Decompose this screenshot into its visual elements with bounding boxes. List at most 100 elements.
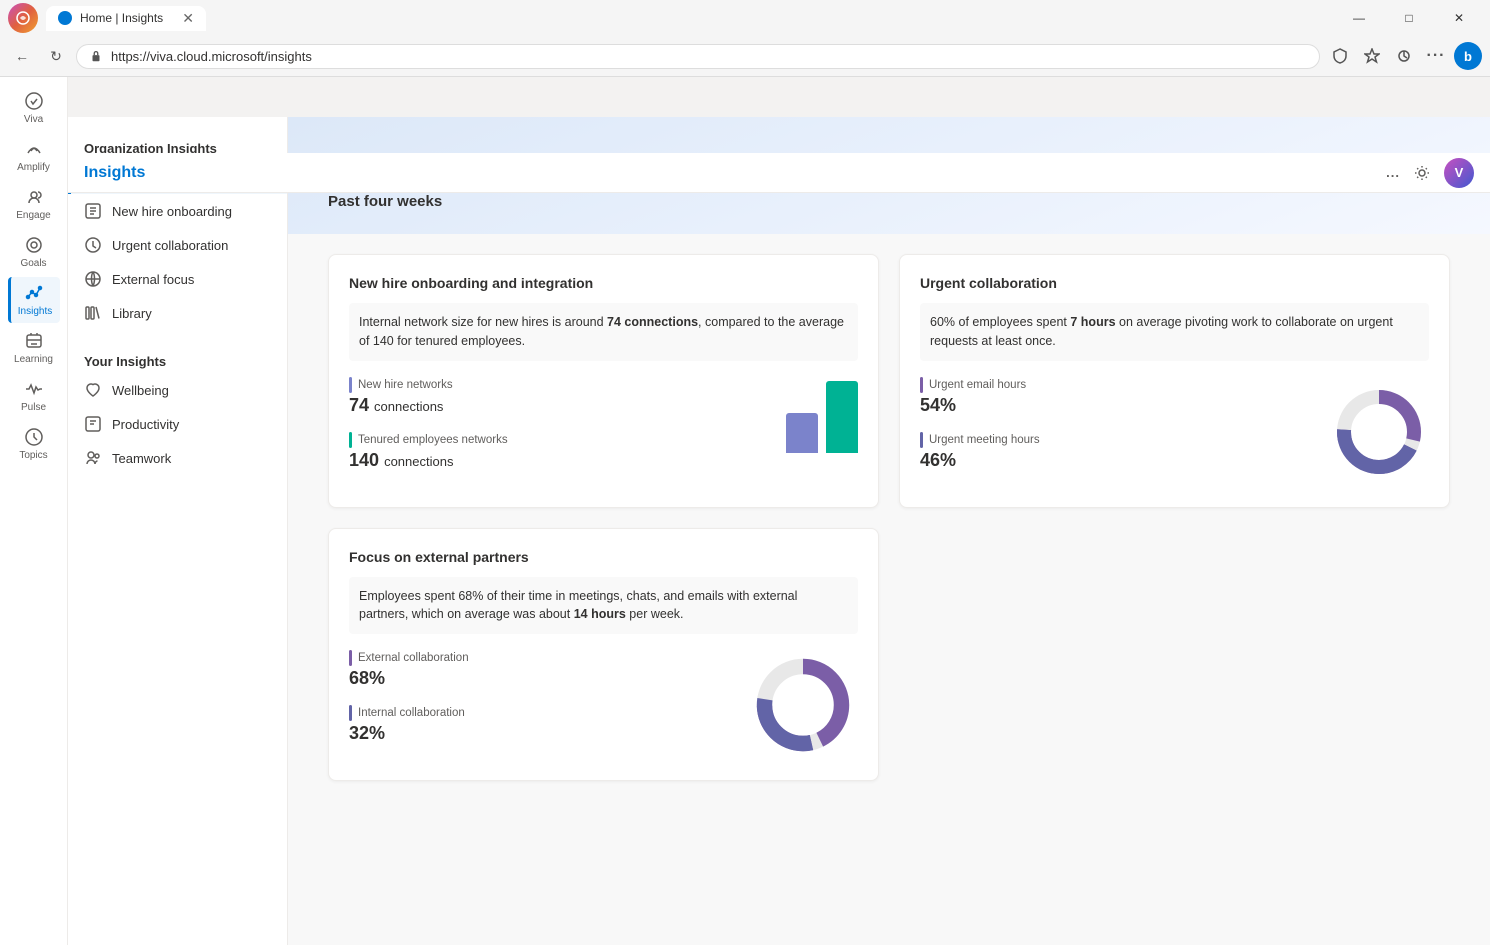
metric-internal-collab: Internal collaboration 32%: [349, 705, 712, 744]
more-icon-btn[interactable]: ···: [1422, 42, 1450, 70]
address-bar[interactable]: https://viva.cloud.microsoft/insights: [76, 44, 1320, 69]
settings-button[interactable]: [1408, 159, 1436, 187]
sidebar-label-pulse: Pulse: [21, 402, 46, 413]
metric-new-hire-networks: New hire networks 74 connections: [349, 377, 770, 416]
new-hire-card-description: Internal network size for new hires is a…: [349, 303, 858, 361]
cards-row-1: New hire onboarding and integration Inte…: [328, 254, 1450, 508]
metric-value-6: 32%: [349, 723, 712, 744]
browser-logo: [8, 3, 38, 33]
metric-urgent-meeting: Urgent meeting hours 46%: [920, 432, 1293, 471]
nav-label-wellbeing: Wellbeing: [112, 383, 169, 398]
sidebar-item-engage[interactable]: Engage: [8, 181, 60, 227]
icon-sidebar: Viva Amplify Engage Goals Insights Learn…: [0, 77, 68, 945]
external-partners-card: Focus on external partners Employees spe…: [328, 528, 879, 782]
browser-tab[interactable]: Home | Insights ✕: [46, 6, 206, 31]
star-icon-btn[interactable]: [1358, 42, 1386, 70]
metric-label-text-4: Urgent meeting hours: [929, 434, 1040, 446]
nav-label-teamwork: Teamwork: [112, 451, 171, 466]
nav-item-library[interactable]: Library: [68, 296, 287, 330]
sidebar-item-topics[interactable]: Topics: [8, 421, 60, 467]
donut-external-partners: [748, 650, 858, 760]
bing-button[interactable]: b: [1454, 42, 1482, 70]
urgent-collab-metrics: Urgent email hours 54% Urgent meeting ho…: [920, 377, 1293, 487]
sync-icon-btn[interactable]: [1390, 42, 1418, 70]
nav-item-wellbeing[interactable]: Wellbeing: [68, 373, 287, 407]
new-hire-metrics: New hire networks 74 connections: [349, 377, 770, 487]
nav-item-new-hire[interactable]: New hire onboarding: [68, 194, 287, 228]
your-section-title: Your Insights: [68, 346, 287, 373]
sidebar-label-topics: Topics: [19, 450, 47, 461]
urgent-collab-card: Urgent collaboration 60% of employees sp…: [899, 254, 1450, 508]
metric-value-3: 54%: [920, 395, 1293, 416]
sidebar-item-goals[interactable]: Goals: [8, 229, 60, 275]
new-hire-card: New hire onboarding and integration Inte…: [328, 254, 879, 508]
nav-label-external-focus: External focus: [112, 272, 194, 287]
metric-urgent-email: Urgent email hours 54%: [920, 377, 1293, 416]
metric-label-text-1: New hire networks: [358, 379, 453, 391]
refresh-button[interactable]: ↻: [42, 42, 70, 70]
metric-value-4: 46%: [920, 450, 1293, 471]
external-partners-card-title: Focus on external partners: [349, 549, 858, 565]
metric-dot-6: [349, 705, 352, 721]
metric-label-text-6: Internal collaboration: [358, 707, 465, 719]
sidebar-item-pulse[interactable]: Pulse: [8, 373, 60, 419]
metric-value-1: 74 connections: [349, 395, 770, 416]
cards-section: New hire onboarding and integration Inte…: [288, 234, 1490, 821]
metric-tenured-networks: Tenured employees networks 140 connectio…: [349, 432, 770, 471]
metric-label-text-3: Urgent email hours: [929, 379, 1026, 391]
minimize-button[interactable]: —: [1336, 2, 1382, 34]
metric-dot-5: [349, 650, 352, 666]
app-header: Insights ... V: [68, 153, 1490, 193]
external-partners-metrics: External collaboration 68% Internal coll…: [349, 650, 712, 760]
toolbar-icons: ··· b: [1326, 42, 1482, 70]
sidebar-label-learning: Learning: [14, 354, 53, 365]
nav-label-productivity: Productivity: [112, 417, 179, 432]
user-avatar[interactable]: V: [1444, 158, 1474, 188]
urgent-collab-chart-area: Urgent email hours 54% Urgent meeting ho…: [920, 377, 1429, 487]
content-wrapper: Organization Insights Home New hire onbo…: [68, 117, 1490, 945]
shield-icon-btn[interactable]: [1326, 42, 1354, 70]
metric-external-collab: External collaboration 68%: [349, 650, 712, 689]
lock-icon: [89, 49, 103, 63]
tab-favicon: [58, 11, 72, 25]
nav-item-teamwork[interactable]: Teamwork: [68, 441, 287, 475]
nav-label-library: Library: [112, 306, 152, 321]
sidebar-item-learning[interactable]: Learning: [8, 325, 60, 371]
sidebar-label-viva: Viva: [24, 114, 43, 125]
metric-dot-2: [349, 432, 352, 448]
metric-dot-4: [920, 432, 923, 448]
metric-dot-1: [349, 377, 352, 393]
maximize-button[interactable]: □: [1386, 2, 1432, 34]
cards-row-2: Focus on external partners Employees spe…: [328, 528, 1450, 782]
sidebar-item-amplify[interactable]: Amplify: [8, 133, 60, 179]
hero-subtitle: Past four weeks: [328, 193, 1450, 210]
url-text: https://viva.cloud.microsoft/insights: [111, 49, 1307, 64]
header-right: ... V: [1386, 158, 1474, 188]
tab-close-button[interactable]: ✕: [182, 10, 194, 27]
urgent-collab-card-title: Urgent collaboration: [920, 275, 1429, 291]
tab-title: Home | Insights: [80, 11, 174, 25]
metric-label-text-5: External collaboration: [358, 652, 469, 664]
new-hire-card-title: New hire onboarding and integration: [349, 275, 858, 291]
metric-label-text-2: Tenured employees networks: [358, 434, 508, 446]
main-content: Your team insights Past four weeks New h…: [288, 117, 1490, 945]
back-button[interactable]: ←: [8, 42, 36, 70]
nav-item-urgent-collab[interactable]: Urgent collaboration: [68, 228, 287, 262]
donut-urgent-collab: [1329, 377, 1429, 487]
metric-value-2: 140 connections: [349, 450, 770, 471]
window-controls: — □ ✕: [1336, 2, 1482, 34]
new-hire-chart-area: New hire networks 74 connections: [349, 377, 858, 487]
sidebar-label-amplify: Amplify: [17, 162, 50, 173]
bar-2: [826, 381, 858, 453]
close-button[interactable]: ✕: [1436, 2, 1482, 34]
sidebar-item-insights[interactable]: Insights: [8, 277, 60, 323]
external-partners-card-description: Employees spent 68% of their time in mee…: [349, 577, 858, 635]
metric-dot-3: [920, 377, 923, 393]
urgent-collab-card-description: 60% of employees spent 7 hours on averag…: [920, 303, 1429, 361]
sidebar-label-engage: Engage: [16, 210, 50, 221]
header-more-button[interactable]: ...: [1386, 165, 1400, 180]
nav-item-external-focus[interactable]: External focus: [68, 262, 287, 296]
sidebar-label-insights: Insights: [18, 306, 52, 317]
nav-item-productivity[interactable]: Productivity: [68, 407, 287, 441]
sidebar-item-viva[interactable]: Viva: [8, 85, 60, 131]
